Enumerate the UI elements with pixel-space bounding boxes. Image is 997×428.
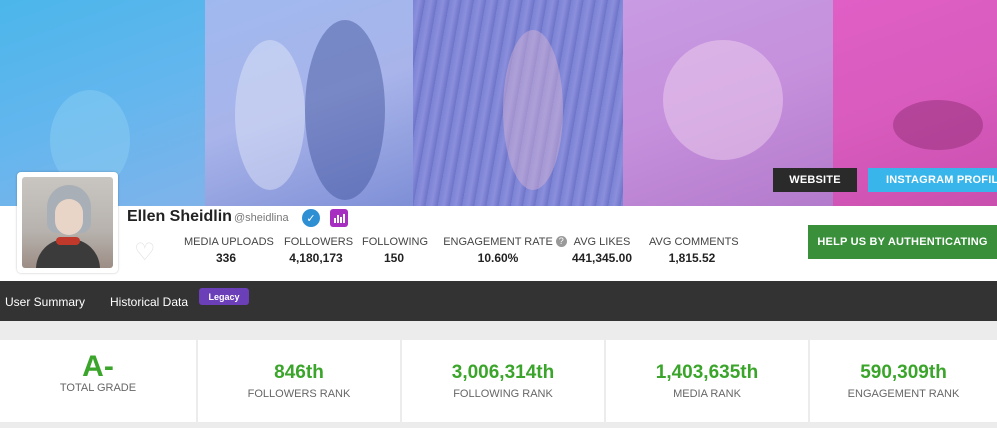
following-rank-card: 3,006,314th FOLLOWING RANK: [402, 340, 604, 422]
profile-page: WEBSITE INSTAGRAM PROFILE ♡ Ellen Sheidl…: [0, 0, 997, 428]
stat-value: 150: [383, 251, 405, 265]
stat-label: AVG COMMENTS: [649, 236, 739, 248]
stat-label: AVG LIKES: [573, 236, 631, 248]
authenticate-button[interactable]: HELP US BY AUTHENTICATING: [808, 225, 997, 259]
total-grade-card: A- TOTAL GRADE: [0, 340, 196, 422]
banner-photo-3: [413, 0, 623, 206]
rank-label: FOLLOWERS RANK: [247, 388, 351, 400]
stat-media-uploads: MEDIA UPLOADS 336: [184, 236, 274, 265]
stat-value: 10.60%: [477, 251, 519, 265]
tab-user-summary[interactable]: User Summary: [5, 295, 85, 309]
instagram-profile-button[interactable]: INSTAGRAM PROFILE: [868, 168, 997, 192]
profile-name: Ellen Sheidlin: [127, 208, 232, 225]
rank-value: 590,309th: [860, 362, 947, 383]
total-grade-value: A-: [82, 350, 114, 383]
stat-avg-likes: AVG LIKES 441,345.00: [570, 236, 634, 265]
engagement-rank-card: 590,309th ENGAGEMENT RANK: [810, 340, 997, 422]
tab-historical-data[interactable]: Historical Data: [110, 295, 188, 309]
rank-label: ENGAGEMENT RANK: [847, 388, 960, 400]
profile-handle: @sheidlina: [234, 212, 289, 224]
stat-label: ENGAGEMENT RATE?: [440, 236, 567, 248]
stat-value: 1,815.52: [668, 251, 716, 265]
stat-label-text: ENGAGEMENT RATE: [443, 236, 553, 248]
followers-rank-card: 846th FOLLOWERS RANK: [198, 340, 400, 422]
rank-label: FOLLOWING RANK: [453, 388, 553, 400]
stat-label: MEDIA UPLOADS: [184, 236, 274, 248]
rank-label: MEDIA RANK: [673, 388, 741, 400]
website-button[interactable]: WEBSITE: [773, 168, 857, 192]
rank-value: 1,403,635th: [655, 362, 759, 383]
media-rank-card: 1,403,635th MEDIA RANK: [606, 340, 808, 422]
bar-chart-icon[interactable]: [330, 209, 348, 227]
total-grade-label: TOTAL GRADE: [59, 382, 137, 394]
stat-value: 336: [215, 251, 237, 265]
stat-following: FOLLOWING 150: [362, 236, 429, 265]
rank-value: 846th: [274, 362, 324, 383]
stat-engagement-rate: ENGAGEMENT RATE? 10.60%: [440, 236, 567, 265]
avatar-image: [22, 177, 113, 268]
stat-label: FOLLOWERS: [284, 236, 354, 248]
stat-followers: FOLLOWERS 4,180,173: [284, 236, 354, 265]
legacy-badge[interactable]: Legacy: [199, 288, 249, 305]
rank-value: 3,006,314th: [451, 362, 555, 383]
verified-check-icon: ✓: [302, 209, 320, 227]
stat-value: 4,180,173: [289, 251, 343, 265]
stat-value: 441,345.00: [571, 251, 633, 265]
banner-photo-2: [205, 0, 413, 206]
stat-label: FOLLOWING: [362, 236, 429, 248]
stat-avg-comments: AVG COMMENTS 1,815.52: [649, 236, 739, 265]
favorite-heart-icon[interactable]: ♡: [134, 241, 160, 265]
help-icon[interactable]: ?: [555, 236, 567, 247]
avatar: [17, 172, 118, 273]
